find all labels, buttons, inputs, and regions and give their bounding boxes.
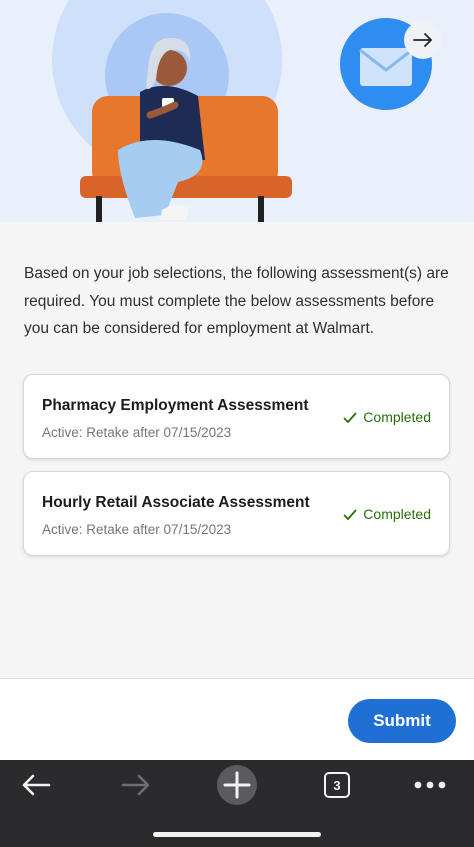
assessment-content: Based on your job selections, the follow… xyxy=(0,222,474,678)
arrow-right-icon xyxy=(413,33,433,47)
status-badge: Completed xyxy=(343,506,431,522)
submit-button[interactable]: Submit xyxy=(348,699,456,743)
assessment-card-pharmacy[interactable]: Pharmacy Employment Assessment Active: R… xyxy=(23,374,450,459)
check-icon xyxy=(343,508,357,520)
forward-button[interactable] xyxy=(114,760,158,810)
new-tab-icon xyxy=(217,765,257,805)
status-text: Completed xyxy=(363,506,431,522)
hero-illustration xyxy=(0,0,474,222)
more-button[interactable] xyxy=(412,760,448,810)
new-tab-button[interactable] xyxy=(216,760,258,810)
action-footer: Submit xyxy=(0,678,474,760)
assessment-title: Hourly Retail Associate Assessment xyxy=(42,494,310,511)
assessment-card-hourly-retail[interactable]: Hourly Retail Associate Assessment Activ… xyxy=(23,471,450,556)
more-icon xyxy=(414,781,446,789)
tabs-button[interactable]: 3 xyxy=(322,760,352,810)
home-indicator[interactable] xyxy=(153,832,321,837)
mail-icon xyxy=(340,18,442,110)
status-badge: Completed xyxy=(343,409,431,425)
assessment-subtitle: Active: Retake after 07/15/2023 xyxy=(42,425,232,440)
assessment-subtitle: Active: Retake after 07/15/2023 xyxy=(42,522,232,537)
browser-toolbar: 3 xyxy=(0,760,474,847)
assessment-title: Pharmacy Employment Assessment xyxy=(42,397,309,414)
tabs-icon: 3 xyxy=(324,772,350,798)
status-text: Completed xyxy=(363,409,431,425)
forward-icon xyxy=(121,774,150,796)
check-icon xyxy=(343,411,357,423)
back-icon xyxy=(22,774,51,796)
back-button[interactable] xyxy=(14,760,58,810)
intro-text: Based on your job selections, the follow… xyxy=(24,265,449,337)
